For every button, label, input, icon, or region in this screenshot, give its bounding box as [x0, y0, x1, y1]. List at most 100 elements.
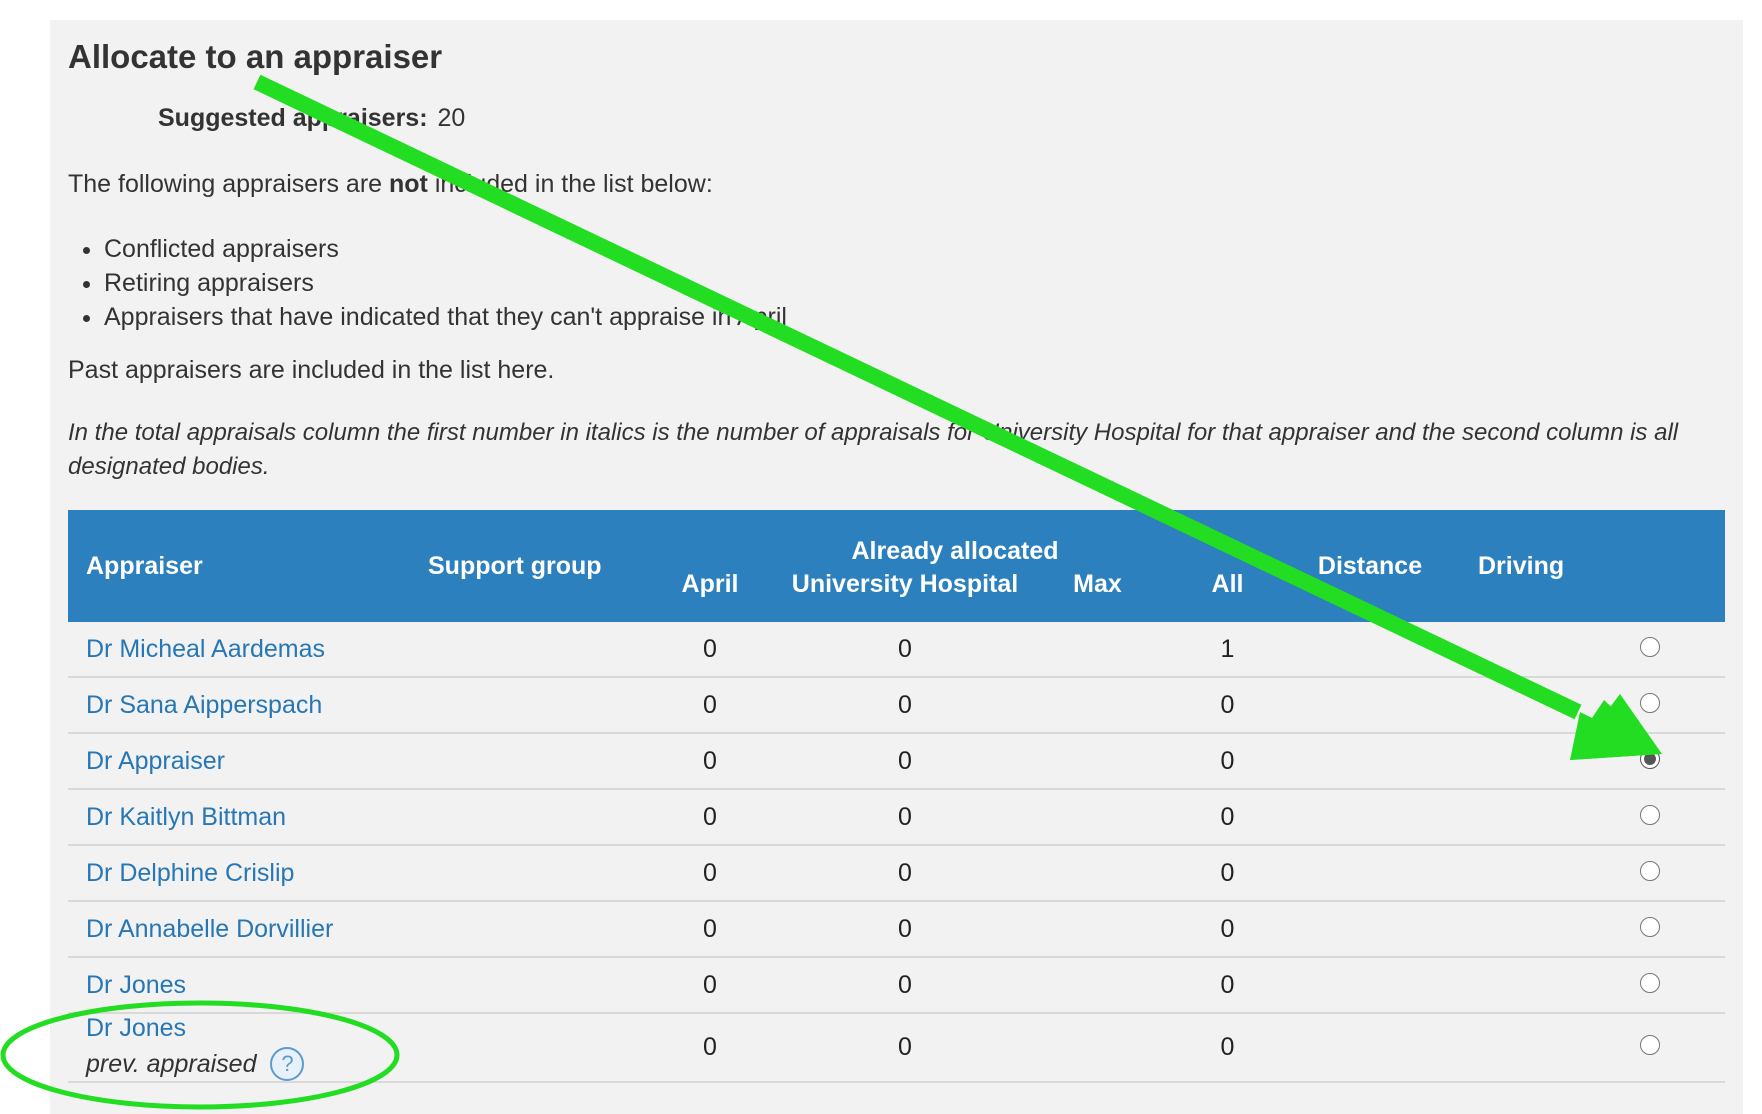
table-row: Dr Appraiser 0 0 0 — [68, 733, 1725, 790]
max-count — [1020, 789, 1175, 846]
header-distance[interactable]: Distance — [1280, 510, 1460, 622]
all-count: 0 — [1175, 845, 1280, 902]
header-already-allocated: Already allocated — [630, 510, 1280, 566]
driving-cell — [1460, 1013, 1575, 1083]
table-row: Dr Delphine Crislip 0 0 0 — [68, 845, 1725, 902]
header-april[interactable]: April — [630, 566, 790, 622]
exclusion-list: Conflicted appraisers Retiring appraiser… — [68, 232, 787, 334]
appraiser-link[interactable]: Dr Sana Aipperspach — [86, 691, 322, 719]
april-count: 0 — [630, 677, 790, 734]
support-group-cell — [410, 957, 630, 1014]
table-row: Dr Sana Aipperspach 0 0 0 — [68, 677, 1725, 734]
all-count: 0 — [1175, 957, 1280, 1014]
april-count: 0 — [630, 957, 790, 1014]
max-count — [1020, 1013, 1175, 1083]
driving-cell — [1460, 677, 1575, 734]
all-count: 0 — [1175, 901, 1280, 958]
header-select — [1575, 510, 1725, 622]
select-radio[interactable] — [1640, 1035, 1660, 1055]
driving-cell — [1460, 733, 1575, 790]
select-radio[interactable] — [1640, 748, 1660, 769]
april-count: 0 — [630, 901, 790, 958]
driving-cell — [1460, 789, 1575, 846]
intro-prefix: The following appraisers are — [68, 170, 389, 198]
suggested-appraisers: Suggested appraisers: 20 — [158, 104, 465, 133]
university-hospital-count: 0 — [790, 845, 1020, 902]
header-driving[interactable]: Driving — [1460, 510, 1575, 622]
april-count: 0 — [630, 845, 790, 902]
april-count: 0 — [630, 733, 790, 790]
header-support-group[interactable]: Support group — [410, 510, 630, 622]
april-count: 0 — [630, 789, 790, 846]
select-radio[interactable] — [1640, 916, 1660, 937]
allocation-panel: Allocate to an appraiser Suggested appra… — [50, 20, 1743, 1114]
university-hospital-count: 0 — [790, 789, 1020, 846]
all-count: 0 — [1175, 789, 1280, 846]
intro-text: The following appraisers are not include… — [68, 170, 713, 199]
select-radio[interactable] — [1640, 804, 1660, 825]
appraiser-link[interactable]: Dr Kaitlyn Bittman — [86, 803, 286, 831]
prev-appraised-label: prev. appraised — [86, 1049, 257, 1078]
page-title: Allocate to an appraiser — [68, 38, 443, 75]
italic-note: In the total appraisals column the first… — [68, 419, 1679, 480]
all-count: 1 — [1175, 622, 1280, 678]
max-count — [1020, 901, 1175, 958]
intro-emphasis: not — [389, 170, 428, 198]
help-icon[interactable]: ? — [270, 1047, 305, 1081]
appraiser-link[interactable]: Dr Jones — [86, 971, 186, 999]
header-appraiser[interactable]: Appraiser — [68, 510, 410, 622]
support-group-cell — [410, 845, 630, 902]
university-hospital-count: 0 — [790, 1013, 1020, 1083]
suggested-label: Suggested appraisers: — [158, 104, 428, 132]
support-group-cell — [410, 1013, 630, 1083]
support-group-cell — [410, 677, 630, 734]
university-hospital-count: 0 — [790, 677, 1020, 734]
header-max[interactable]: Max — [1020, 566, 1175, 622]
university-hospital-count: 0 — [790, 957, 1020, 1014]
distance-cell — [1280, 677, 1460, 734]
appraiser-link[interactable]: Dr Jones — [86, 1014, 186, 1042]
april-count: 0 — [630, 622, 790, 678]
support-group-cell — [410, 901, 630, 958]
distance-cell — [1280, 1013, 1460, 1083]
support-group-cell — [410, 733, 630, 790]
max-count — [1020, 957, 1175, 1014]
exclusion-item: Retiring appraisers — [104, 266, 787, 300]
appraiser-link[interactable]: Dr Appraiser — [86, 747, 225, 775]
table-row: Dr Kaitlyn Bittman 0 0 0 — [68, 789, 1725, 846]
all-count: 0 — [1175, 677, 1280, 734]
distance-cell — [1280, 845, 1460, 902]
april-count: 0 — [630, 1013, 790, 1083]
header-all[interactable]: All — [1175, 566, 1280, 622]
table-row: Dr Micheal Aardemas 0 0 1 — [68, 622, 1725, 678]
select-radio[interactable] — [1640, 692, 1660, 713]
all-count: 0 — [1175, 733, 1280, 790]
prev-appraised-note: prev. appraised ? — [86, 1047, 410, 1081]
all-count: 0 — [1175, 1013, 1280, 1083]
select-radio[interactable] — [1640, 860, 1660, 881]
driving-cell — [1460, 957, 1575, 1014]
max-count — [1020, 677, 1175, 734]
table-row: Dr Jones prev. appraised ? 0 0 0 — [68, 1013, 1725, 1083]
appraisers-table: Appraiser Support group Already allocate… — [68, 510, 1725, 1083]
max-count — [1020, 733, 1175, 790]
suggested-count: 20 — [437, 104, 466, 132]
driving-cell — [1460, 901, 1575, 958]
university-hospital-count: 0 — [790, 622, 1020, 678]
select-radio[interactable] — [1640, 636, 1660, 657]
distance-cell — [1280, 957, 1460, 1014]
distance-cell — [1280, 789, 1460, 846]
appraiser-link[interactable]: Dr Delphine Crislip — [86, 859, 294, 887]
max-count — [1020, 622, 1175, 678]
appraiser-link[interactable]: Dr Micheal Aardemas — [86, 635, 325, 663]
exclusion-item: Conflicted appraisers — [104, 232, 787, 266]
distance-cell — [1280, 733, 1460, 790]
driving-cell — [1460, 622, 1575, 678]
max-count — [1020, 845, 1175, 902]
select-radio[interactable] — [1640, 972, 1660, 993]
appraiser-link[interactable]: Dr Annabelle Dorvillier — [86, 915, 333, 943]
past-appraisers-note: Past appraisers are included in the list… — [68, 356, 555, 384]
distance-cell — [1280, 901, 1460, 958]
support-group-cell — [410, 622, 630, 678]
header-university-hospital[interactable]: University Hospital — [790, 566, 1020, 622]
